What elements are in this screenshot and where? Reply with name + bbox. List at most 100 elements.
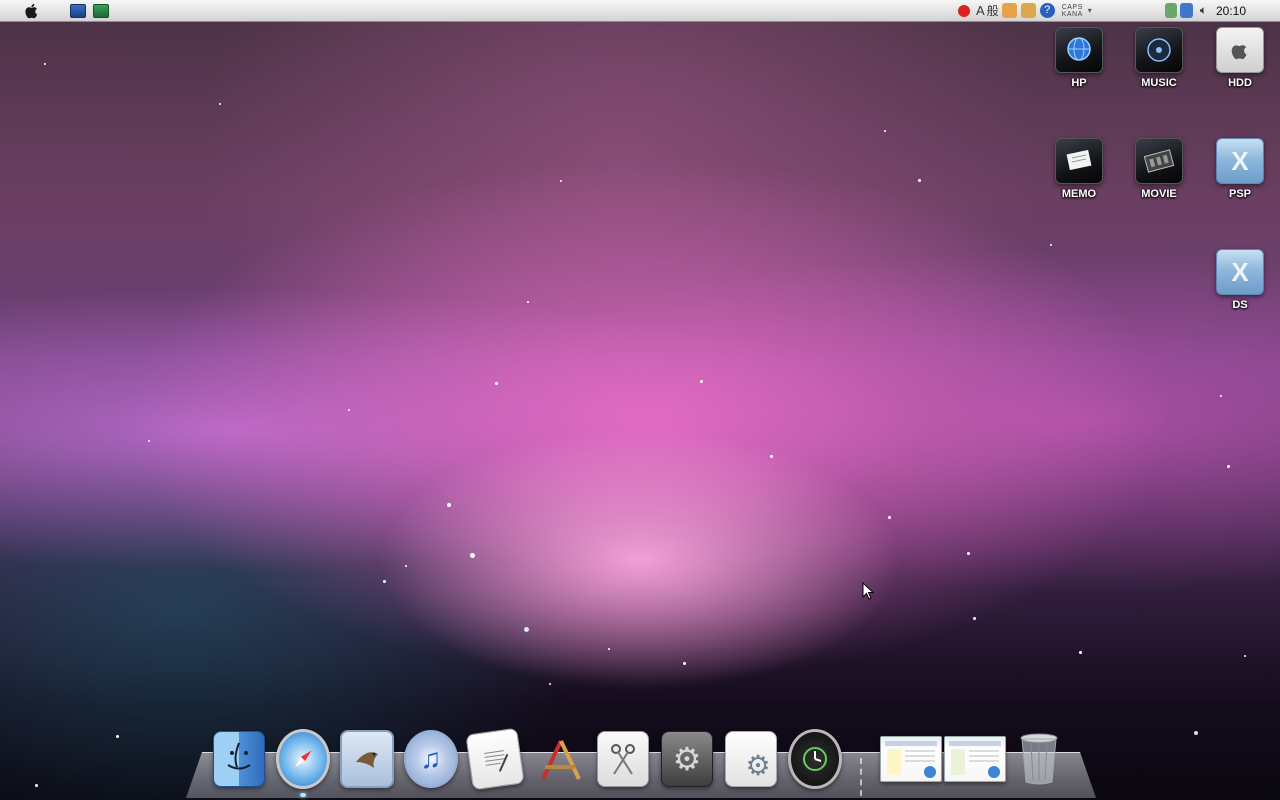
desktop-icon-ds[interactable]: X DS: [1205, 249, 1275, 311]
textedit-icon: [465, 727, 525, 791]
ime-mode-kanji[interactable]: 般: [987, 2, 999, 19]
desktop-icon-hdd[interactable]: HDD: [1205, 27, 1275, 89]
desktop-icon-memo[interactable]: MEMO: [1044, 138, 1114, 200]
memo-folder-icon: [1055, 138, 1103, 184]
minimized-window-icon: [880, 736, 942, 782]
star: [967, 552, 970, 555]
dock-item-mail[interactable]: [340, 730, 394, 788]
star: [405, 565, 407, 567]
star: [148, 440, 150, 442]
desktop-icon-label: HP: [1071, 77, 1087, 89]
star: [683, 662, 686, 665]
finder-icon: [213, 731, 265, 787]
star: [888, 516, 891, 519]
star: [1220, 395, 1222, 397]
star: [524, 627, 529, 632]
star: [495, 382, 498, 385]
apple-icon[interactable]: [22, 2, 42, 19]
kana-indicator: KANA: [1061, 10, 1083, 18]
star: [116, 735, 119, 738]
ime-lock-status: CAPS KANA: [1062, 4, 1083, 18]
ime-dictionary-icon[interactable]: [1001, 3, 1017, 18]
scissors-icon: [597, 731, 649, 787]
dock-item-safari[interactable]: [276, 729, 330, 789]
desktop-icon-movie[interactable]: MOVIE: [1124, 138, 1194, 200]
desktop-switcher-icon[interactable]: [93, 4, 109, 18]
ime-options-icon[interactable]: ▾: [1088, 6, 1092, 15]
caps-indicator: CAPS: [1061, 3, 1083, 11]
star: [348, 409, 350, 411]
system-preferences-icon: ⚙: [661, 731, 713, 787]
menu-clock[interactable]: 20:10: [1216, 4, 1246, 18]
desktop-icon-psp[interactable]: X PSP: [1205, 138, 1275, 200]
script-gear-icon: ⚙: [725, 731, 777, 787]
star: [608, 648, 610, 650]
tray-app-icon[interactable]: [1165, 3, 1177, 18]
star: [44, 63, 46, 65]
star: [219, 103, 221, 105]
network-icon[interactable]: [1180, 3, 1193, 18]
star: [1244, 655, 1246, 657]
star: [770, 455, 773, 458]
dock-item-window-2[interactable]: [944, 730, 1006, 788]
star: [1227, 465, 1230, 468]
music-folder-icon: [1135, 27, 1183, 73]
star: [1050, 244, 1052, 246]
star: [560, 180, 562, 182]
xcode-icon: [534, 732, 584, 786]
dock-item-preview[interactable]: [596, 730, 650, 788]
movie-folder-icon: [1135, 138, 1183, 184]
star: [470, 553, 475, 558]
dock-item-window-1[interactable]: [880, 730, 942, 788]
star: [918, 179, 921, 182]
ime-mode-a[interactable]: A: [976, 3, 985, 18]
star: [447, 503, 451, 507]
menu-bar: A 般 ? CAPS KANA ▾ 🔈︎ 20:10: [0, 0, 1280, 22]
dock-item-textedit[interactable]: [465, 727, 525, 791]
dock-item-system-preferences[interactable]: ⚙: [660, 730, 714, 788]
dock-item-time-machine[interactable]: [788, 729, 842, 789]
mail-icon: [340, 730, 394, 788]
volume-icon[interactable]: 🔈︎: [1196, 3, 1211, 18]
star: [973, 617, 976, 620]
hard-drive-icon: [1216, 27, 1264, 73]
desktop-icon-music[interactable]: MUSIC: [1124, 27, 1194, 89]
star: [700, 380, 703, 383]
desktop-icon-label: MEMO: [1061, 188, 1097, 200]
dock-item-trash[interactable]: [1012, 730, 1066, 788]
globe-folder-icon: [1055, 27, 1103, 73]
itunes-icon: ♫: [404, 730, 458, 788]
dock-item-finder[interactable]: [212, 730, 266, 788]
dock-item-itunes[interactable]: ♫: [404, 730, 458, 788]
desktop-icon-label: PSP: [1228, 188, 1251, 200]
star: [383, 580, 386, 583]
minimized-window-icon: [944, 736, 1006, 782]
time-machine-icon: [788, 729, 842, 789]
star: [549, 683, 551, 685]
dock-item-xcode[interactable]: [532, 730, 586, 788]
help-icon[interactable]: ?: [1039, 3, 1055, 18]
running-indicator: [300, 793, 306, 797]
star: [35, 784, 38, 787]
window-switcher-icon[interactable]: [70, 4, 86, 18]
folder-icon: X: [1216, 249, 1264, 295]
desktop-icon-label: HDD: [1228, 77, 1252, 89]
dock-item-script[interactable]: ⚙: [724, 730, 778, 788]
star: [1079, 651, 1082, 654]
folder-icon: X: [1216, 138, 1264, 184]
ime-status-icon[interactable]: [958, 4, 970, 17]
dock-separator: [860, 758, 866, 796]
desktop-icon-label: DS: [1232, 299, 1248, 311]
desktop-icon-label: MUSIC: [1141, 77, 1177, 89]
desktop-icon-hp[interactable]: HP: [1044, 27, 1114, 89]
desktop: A 般 ? CAPS KANA ▾ 🔈︎ 20:10 HP MUSIC HDD …: [0, 0, 1280, 800]
desktop-icon-label: MOVIE: [1141, 188, 1177, 200]
ime-tray: A 般 ? CAPS KANA ▾: [958, 3, 1092, 18]
mouse-cursor-icon: [862, 582, 874, 600]
star: [527, 301, 529, 303]
star: [884, 130, 886, 132]
ime-tool-icon[interactable]: [1020, 3, 1036, 18]
system-tray: 🔈︎: [1165, 3, 1215, 18]
star: [1194, 731, 1198, 735]
trash-icon: [1014, 732, 1064, 786]
